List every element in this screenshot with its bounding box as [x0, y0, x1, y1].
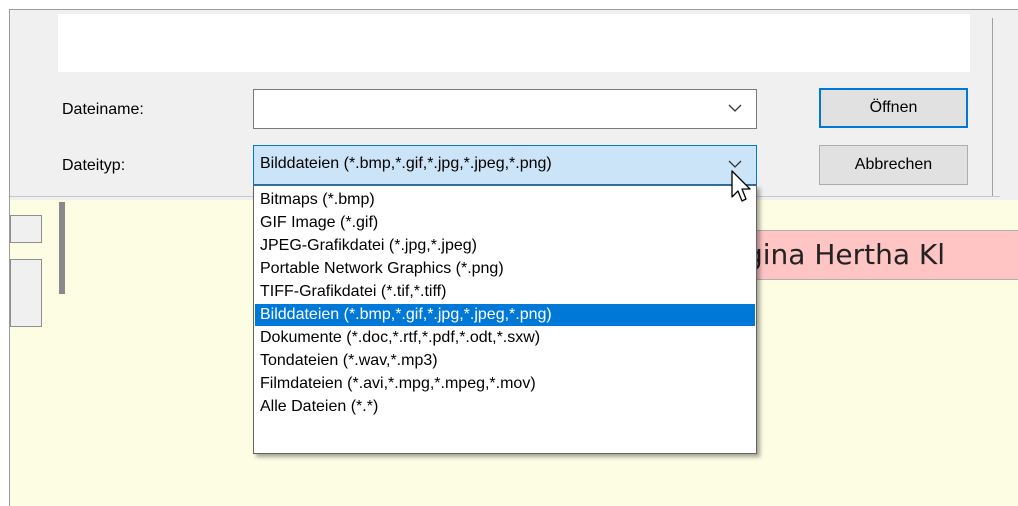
filetype-combobox[interactable]: Bilddateien (*.bmp,*.gif,*.jpg,*.jpeg,*.… — [253, 145, 757, 185]
mouse-cursor-icon — [731, 170, 751, 202]
name-field[interactable]: gina Hertha Kl — [737, 230, 1018, 280]
open-button[interactable]: Öffnen — [819, 88, 968, 128]
file-list-area[interactable] — [58, 14, 970, 72]
chevron-down-icon[interactable] — [728, 104, 742, 113]
splitter-bar[interactable] — [59, 202, 65, 294]
cancel-button[interactable]: Abbrechen — [819, 145, 968, 185]
dropdown-option-tondateien[interactable]: Tondateien (*.wav,*.mp3) — [255, 350, 755, 372]
file-dialog: Dateiname: Dateityp: Bilddateien (*.bmp,… — [10, 10, 1018, 200]
dropdown-option-bitmaps[interactable]: Bitmaps (*.bmp) — [255, 189, 755, 211]
dropdown-option-gif[interactable]: GIF Image (*.gif) — [255, 212, 755, 234]
dropdown-option-tiff[interactable]: TIFF-Grafikdatei (*.tif,*.tiff) — [255, 281, 755, 303]
filetype-dropdown-list[interactable]: Bitmaps (*.bmp) GIF Image (*.gif) JPEG-G… — [253, 185, 757, 454]
dropdown-option-filmdateien[interactable]: Filmdateien (*.avi,*.mpg,*.mpeg,*.mov) — [255, 373, 755, 395]
dropdown-option-jpeg[interactable]: JPEG-Grafikdatei (*.jpg,*.jpeg) — [255, 235, 755, 257]
window-frame: gina Hertha Kl Dateiname: Dateityp: Bild… — [9, 9, 1018, 506]
dropdown-option-dokumente[interactable]: Dokumente (*.doc,*.rtf,*.pdf,*.odt,*.sxw… — [255, 327, 755, 349]
dialog-right-divider — [992, 18, 993, 196]
chevron-down-icon[interactable] — [728, 160, 742, 169]
dropdown-option-png[interactable]: Portable Network Graphics (*.png) — [255, 258, 755, 280]
side-button-1[interactable] — [10, 215, 42, 243]
dropdown-option-alle-dateien[interactable]: Alle Dateien (*.*) — [255, 396, 755, 418]
filename-combobox[interactable] — [253, 89, 757, 129]
side-button-2[interactable] — [10, 259, 42, 327]
filetype-label: Dateityp: — [62, 157, 126, 174]
filename-label: Dateiname: — [62, 101, 144, 118]
dropdown-option-bilddateien[interactable]: Bilddateien (*.bmp,*.gif,*.jpg,*.jpeg,*.… — [255, 304, 755, 326]
filetype-selected-value[interactable]: Bilddateien (*.bmp,*.gif,*.jpg,*.jpeg,*.… — [260, 155, 552, 173]
